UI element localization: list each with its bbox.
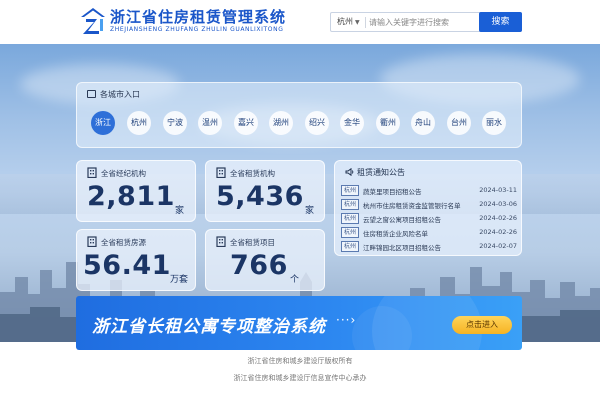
stat-label: 全省租赁房源 (101, 238, 146, 247)
building-icon (216, 167, 226, 178)
city-entrance-panel: 各城市入口 浙江 杭州 宁波 温州 嘉兴 湖州 绍兴 金华 衢州 舟山 台州 丽… (76, 82, 522, 148)
notice-item-date: 2024-02-26 (479, 228, 517, 236)
stat-label: 全省租赁项目 (230, 238, 275, 247)
banner-arrow-icon: ···› (336, 313, 357, 327)
notice-city-tag: 杭州 (341, 213, 360, 224)
city-button-zhejiang[interactable]: 浙江 (91, 111, 115, 135)
search-divider (365, 17, 366, 28)
city-button-huzhou[interactable]: 湖州 (269, 111, 293, 135)
stat-unit: 个 (290, 275, 300, 285)
stat-card-rental-agencies[interactable]: 全省租赁机构 5,436 家 (205, 160, 325, 222)
city-select-value: 杭州 (337, 17, 353, 26)
city-select[interactable]: 杭州 ▼ (337, 16, 360, 27)
city-button-ningbo[interactable]: 宁波 (163, 111, 187, 135)
footer-organizer: 浙江省住房和城乡建设厅信息宣传中心承办 (233, 374, 367, 382)
city-button-taizhou[interactable]: 台州 (447, 111, 471, 135)
city-button-jiaxing[interactable]: 嘉兴 (234, 111, 258, 135)
search-input[interactable] (369, 15, 479, 29)
notice-item-title: 江畔锦园北区项目招租公告 (363, 244, 441, 252)
notice-city-tag: 杭州 (341, 227, 360, 238)
stat-value: 766 (230, 250, 288, 281)
city-button-hangzhou[interactable]: 杭州 (127, 111, 151, 135)
notice-item-date: 2024-03-11 (479, 186, 517, 194)
city-button-lishui[interactable]: 丽水 (482, 111, 506, 135)
stat-value: 56.41 (83, 250, 171, 281)
notice-item[interactable]: 杭州 云望之窗公寓项目招租公告 2024-02-26 (341, 213, 517, 224)
notice-item[interactable]: 杭州 蔬菜里项目招租公告 2024-03-11 (341, 185, 517, 196)
city-panel-heading: 各城市入口 (87, 89, 140, 100)
building-icon (216, 236, 226, 247)
notice-heading: 租赁通知公告 (345, 167, 405, 178)
notice-item-title: 杭州市住房租赁资金监管银行名单 (363, 202, 461, 210)
notice-item[interactable]: 杭州 江畔锦园北区项目招租公告 2024-02-07 (341, 241, 517, 252)
notice-city-tag: 杭州 (341, 241, 360, 252)
stat-unit: 家 (175, 206, 185, 216)
stat-label: 全省租赁机构 (230, 169, 275, 178)
city-panel-title: 各城市入口 (100, 90, 140, 99)
stat-unit: 家 (305, 206, 315, 216)
footer-copyright: 浙江省住房和城乡建设厅版权所有 (247, 357, 353, 365)
stat-value: 2,811 (87, 181, 175, 212)
enter-button[interactable]: 点击进入 (452, 316, 512, 334)
chevron-down-icon: ▼ (355, 19, 360, 26)
building-icon (87, 167, 97, 178)
notice-item[interactable]: 杭州 杭州市住房租赁资金监管银行名单 2024-03-06 (341, 199, 517, 210)
notice-item-date: 2024-02-07 (479, 242, 517, 250)
notice-item-title: 蔬菜里项目招租公告 (363, 188, 422, 196)
stat-card-rental-projects[interactable]: 全省租赁项目 766 个 (205, 229, 325, 291)
city-button-zhoushan[interactable]: 舟山 (411, 111, 435, 135)
stat-label: 全省经纪机构 (101, 169, 146, 178)
notice-item-title: 云望之窗公寓项目招租公告 (363, 216, 441, 224)
stat-card-brokers[interactable]: 全省经纪机构 2,811 家 (76, 160, 196, 222)
city-button-shaoxing[interactable]: 绍兴 (305, 111, 329, 135)
notice-panel: 租赁通知公告 杭州 蔬菜里项目招租公告 2024-03-11 杭州 杭州市住房租… (334, 160, 522, 256)
logo-icon (81, 8, 105, 34)
speaker-icon (345, 167, 354, 177)
notice-item[interactable]: 杭州 住房租赁企业风险名单 2024-02-26 (341, 227, 517, 238)
stat-unit: 万套 (170, 275, 189, 285)
site-subtitle: ZHEJIANSHENG ZHUFANG ZHULIN GUANLIXITONG (110, 26, 284, 33)
notice-title-text: 租赁通知公告 (357, 168, 405, 177)
notice-item-title: 住房租赁企业风险名单 (363, 230, 428, 238)
notice-city-tag: 杭州 (341, 185, 360, 196)
building-icon (87, 236, 97, 247)
notice-item-date: 2024-03-06 (479, 200, 517, 208)
stat-value: 5,436 (216, 181, 304, 212)
site-title: 浙江省住房租赁管理系统 (110, 8, 287, 26)
notice-item-date: 2024-02-26 (479, 214, 517, 222)
grid-icon (87, 90, 96, 98)
banner-title: 浙江省长租公寓专项整治系统 (92, 317, 326, 337)
site-header: 浙江省住房租赁管理系统 ZHEJIANSHENG ZHUFANG ZHULIN … (0, 0, 600, 44)
city-button-wenzhou[interactable]: 温州 (198, 111, 222, 135)
stat-card-rental-listings[interactable]: 全省租赁房源 56.41 万套 (76, 229, 196, 291)
special-rectification-banner[interactable]: 浙江省长租公寓专项整治系统 ···› 点击进入 (76, 296, 522, 350)
notice-city-tag: 杭州 (341, 199, 360, 210)
city-button-jinhua[interactable]: 金华 (340, 111, 364, 135)
city-button-quzhou[interactable]: 衢州 (376, 111, 400, 135)
search-button[interactable]: 搜索 (479, 12, 522, 32)
